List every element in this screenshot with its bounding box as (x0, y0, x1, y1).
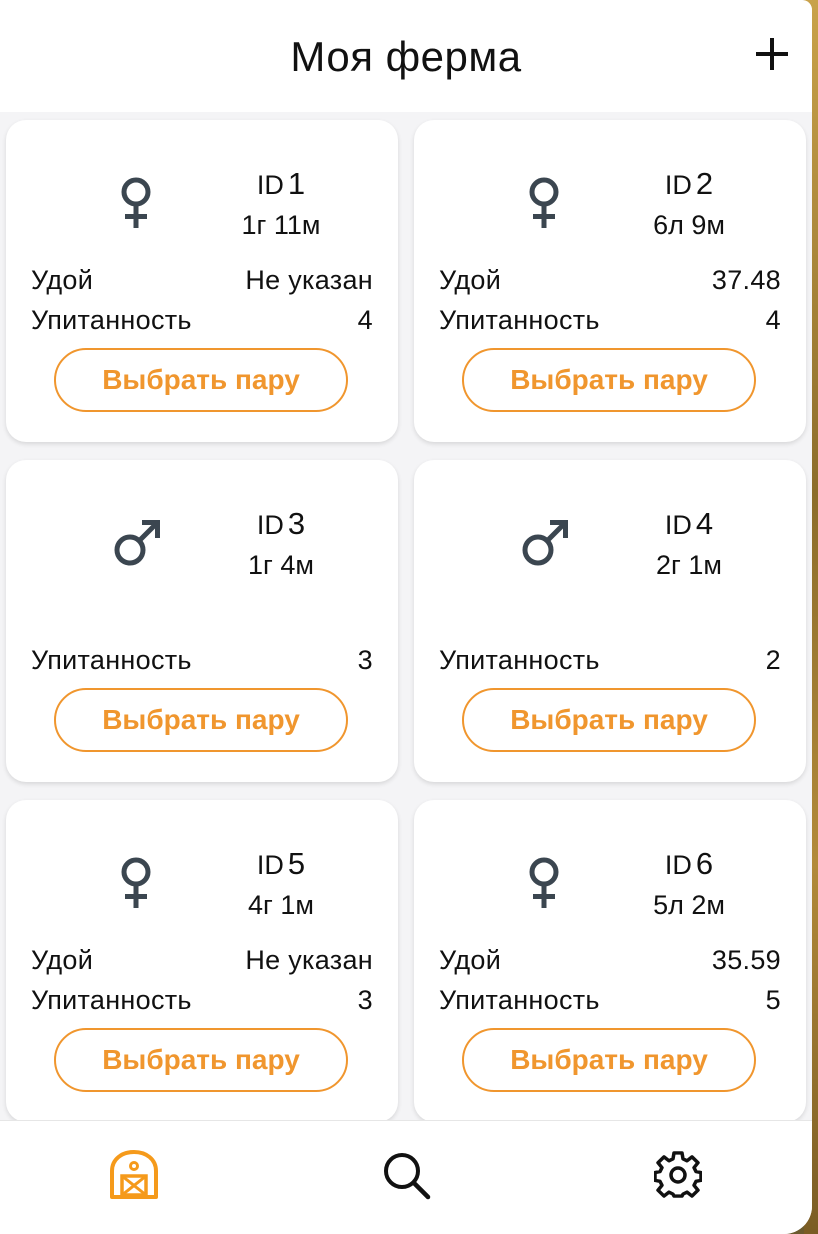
animal-age: 6л 9м (653, 210, 725, 240)
app-header: Моя ферма (0, 0, 812, 112)
female-sign-icon (529, 177, 559, 228)
condition-row: Упитанность 2 (439, 643, 781, 677)
bottom-tab-bar (0, 1120, 812, 1234)
animal-id: ID 3 (256, 506, 306, 541)
condition-label: Упитанность (31, 984, 192, 1015)
yield-value: 37.48 (711, 264, 781, 295)
female-sign-icon (529, 857, 559, 908)
choose-pair-button[interactable]: Выбрать пару (54, 1028, 348, 1092)
yield-label: Удой (439, 944, 502, 975)
plus-icon (756, 38, 788, 70)
yield-value: Не указан (245, 944, 373, 975)
animal-card[interactable]: ID 5 4г 1м Удой Не указан Упитанность 3 В… (6, 800, 398, 1122)
animal-id-number: 6 (695, 846, 714, 881)
animal-id: ID 5 (256, 846, 306, 881)
animal-age: 4г 1м (248, 890, 314, 920)
animal-id: ID 6 (664, 846, 714, 881)
tab-farm[interactable] (106, 1147, 162, 1203)
animal-age: 1г 11м (241, 210, 321, 240)
condition-label: Упитанность (439, 644, 600, 675)
search-icon (384, 1153, 431, 1200)
female-sign-icon (121, 177, 151, 228)
yield-row: Удой 37.48 (439, 263, 781, 297)
barn-icon (110, 1150, 158, 1199)
animal-age: 2г 1м (656, 550, 722, 580)
condition-row: Упитанность 3 (31, 643, 373, 677)
animal-id-number: 2 (695, 166, 714, 201)
condition-value: 3 (357, 984, 373, 1015)
yield-label: Удой (439, 264, 502, 295)
add-animal-button[interactable] (754, 32, 790, 76)
app-window: Моя ферма ID 1 1г 11м Удой Не указан Упит… (0, 0, 812, 1234)
condition-row: Упитанность 3 (31, 983, 373, 1017)
tab-settings[interactable] (650, 1147, 706, 1203)
yield-value: 35.59 (711, 944, 781, 975)
animal-card[interactable]: ID 4 2г 1м Упитанность 2 Выбрать пару (414, 460, 806, 782)
condition-value: 4 (765, 304, 781, 335)
page-title: Моя ферма (290, 33, 522, 80)
choose-pair-button[interactable]: Выбрать пару (54, 688, 348, 752)
choose-pair-button[interactable]: Выбрать пару (462, 688, 756, 752)
condition-label: Упитанность (31, 644, 192, 675)
animal-age: 1г 4м (248, 550, 314, 580)
choose-pair-button[interactable]: Выбрать пару (462, 348, 756, 412)
condition-label: Упитанность (31, 304, 192, 335)
yield-value: Не указан (245, 264, 373, 295)
condition-value: 5 (765, 984, 781, 1015)
animal-id: ID 1 (256, 166, 306, 201)
animal-grid: ID 1 1г 11м Удой Не указан Упитанность 4 … (6, 120, 806, 1180)
tab-search[interactable] (378, 1147, 434, 1203)
animal-id: ID 4 (664, 506, 714, 541)
choose-pair-button[interactable]: Выбрать пару (462, 1028, 756, 1092)
gear-icon (654, 1151, 702, 1198)
choose-pair-button[interactable]: Выбрать пару (54, 348, 348, 412)
male-sign-icon (522, 520, 568, 566)
animal-card[interactable]: ID 1 1г 11м Удой Не указан Упитанность 4 … (6, 120, 398, 442)
animal-age: 5л 2м (653, 890, 725, 920)
animal-card[interactable]: ID 3 1г 4м Упитанность 3 Выбрать пару (6, 460, 398, 782)
condition-value: 3 (357, 644, 373, 675)
animal-id-number: 4 (695, 506, 714, 541)
yield-row: Удой Не указан (31, 943, 373, 977)
condition-row: Упитанность 4 (439, 303, 781, 337)
yield-label: Удой (31, 944, 94, 975)
yield-label: Удой (31, 264, 94, 295)
animal-id-number: 1 (287, 166, 306, 201)
animal-card[interactable]: ID 6 5л 2м Удой 35.59 Упитанность 5 Выбра… (414, 800, 806, 1122)
animal-id: ID 2 (664, 166, 714, 201)
condition-value: 2 (765, 644, 781, 675)
condition-row: Упитанность 4 (31, 303, 373, 337)
animal-id-number: 3 (287, 506, 306, 541)
male-sign-icon (114, 520, 160, 566)
female-sign-icon (121, 857, 151, 908)
condition-row: Упитанность 5 (439, 983, 781, 1017)
animal-card[interactable]: ID 2 6л 9м Удой 37.48 Упитанность 4 Выбра… (414, 120, 806, 442)
condition-label: Упитанность (439, 304, 600, 335)
yield-row: Удой 35.59 (439, 943, 781, 977)
yield-row: Удой Не указан (31, 263, 373, 297)
condition-value: 4 (357, 304, 373, 335)
animal-id-number: 5 (287, 846, 306, 881)
condition-label: Упитанность (439, 984, 600, 1015)
